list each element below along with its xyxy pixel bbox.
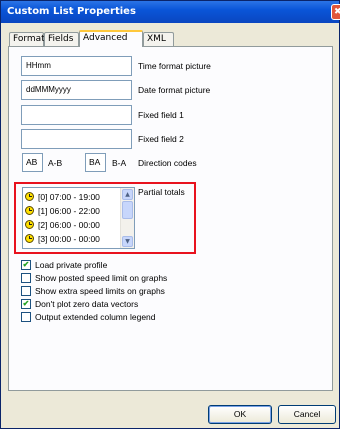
ok-button[interactable]: OK xyxy=(208,405,272,424)
ab-code-label: A-B xyxy=(48,158,63,168)
checkbox[interactable] xyxy=(21,286,31,296)
direction-codes-label: Direction codes xyxy=(138,158,197,168)
option-label: Load private profile xyxy=(35,260,108,270)
dialog-window: Custom List Properties ✖ Format Fields A… xyxy=(0,0,340,429)
tab-xml[interactable]: XML xyxy=(143,32,174,46)
fixed-field-1-input[interactable] xyxy=(21,105,132,125)
listbox-scrollbar[interactable]: ▲ ▼ xyxy=(120,188,134,248)
ab-code-input[interactable]: AB xyxy=(22,153,43,172)
fixed-field-2-label: Fixed field 2 xyxy=(138,134,184,144)
close-icon[interactable]: ✖ xyxy=(331,4,340,20)
date-format-label: Date format picture xyxy=(138,85,211,95)
checkbox[interactable]: ✔ xyxy=(21,299,31,309)
window-title: Custom List Properties xyxy=(7,6,136,17)
clock-icon xyxy=(25,192,34,201)
ba-code-label: B-A xyxy=(112,158,127,168)
clock-icon xyxy=(25,220,34,229)
list-item-label: [0] 07:00 - 19:00 xyxy=(38,192,100,202)
fixed-field-2-input[interactable] xyxy=(21,129,132,149)
list-item-label: [3] 00:00 - 00:00 xyxy=(38,234,100,244)
option-label: Show posted speed limit on graphs xyxy=(35,273,168,283)
option-label: Output extended column legend xyxy=(35,312,156,322)
checkbox[interactable] xyxy=(21,312,31,322)
partial-totals-listbox[interactable]: [0] 07:00 - 19:00 [1] 06:00 - 22:00 [2] … xyxy=(22,187,135,249)
fixed-field-1-label: Fixed field 1 xyxy=(138,110,184,120)
clock-icon xyxy=(25,234,34,243)
time-format-input[interactable]: HHmm xyxy=(21,56,132,76)
list-item-label: [2] 06:00 - 00:00 xyxy=(38,220,100,230)
option-label: Show extra speed limits on graphs xyxy=(35,286,165,296)
clock-icon xyxy=(25,206,34,215)
date-format-input[interactable]: ddMMMyyyy xyxy=(21,80,132,100)
partial-totals-label: Partial totals xyxy=(138,187,185,197)
scroll-thumb[interactable] xyxy=(122,201,133,219)
tab-fields[interactable]: Fields xyxy=(44,32,79,46)
scroll-down-icon[interactable]: ▼ xyxy=(122,236,133,247)
tab-advanced[interactable]: Advanced xyxy=(79,30,143,47)
checkbox[interactable]: ✔ xyxy=(21,260,31,270)
time-format-label: Time format picture xyxy=(138,61,211,71)
option-label: Don't plot zero data vectors xyxy=(35,299,139,309)
tab-format[interactable]: Format xyxy=(9,32,45,46)
cancel-button[interactable]: Cancel xyxy=(278,405,336,424)
scroll-up-icon[interactable]: ▲ xyxy=(122,189,133,200)
title-bar[interactable]: Custom List Properties ✖ xyxy=(1,1,340,23)
list-item-label: [1] 06:00 - 22:00 xyxy=(38,206,100,216)
ba-code-input[interactable]: BA xyxy=(85,153,106,172)
checkbox[interactable] xyxy=(21,273,31,283)
